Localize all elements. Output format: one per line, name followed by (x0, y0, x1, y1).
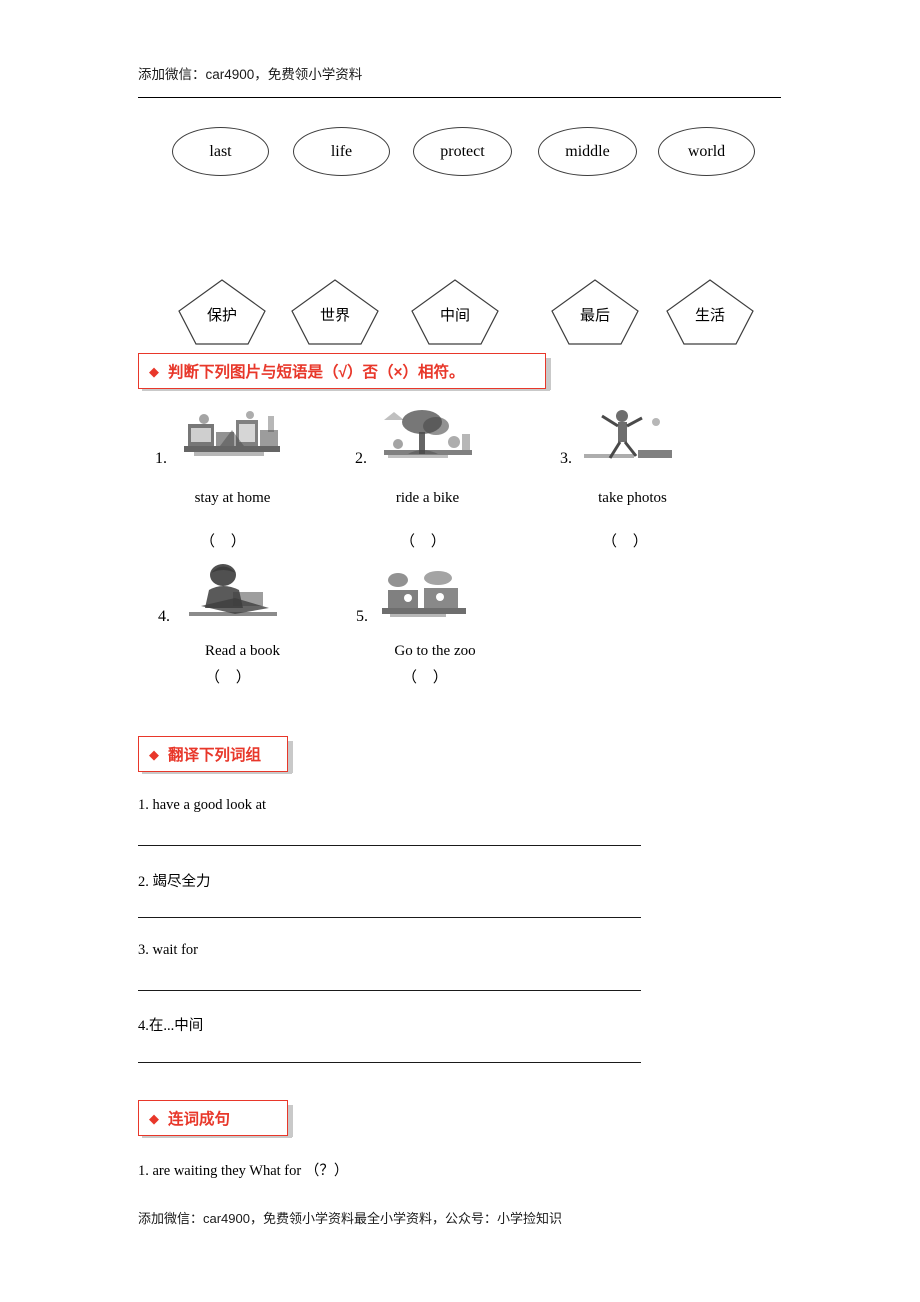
pentagon-label: 中间 (439, 307, 470, 324)
picture-caption: take photos (598, 490, 667, 506)
section-header-judge: ◆ 判断下列图片与短语是（√）否（×）相符。 (138, 353, 546, 389)
answer-bracket: （ ） (205, 670, 257, 686)
item-number: 1. (155, 450, 167, 467)
picture-caption: stay at home (194, 490, 271, 506)
pentagon-label: 生活 (694, 307, 725, 324)
meaning-pentagon-row: 保护 世界 中间 最后 生活 (160, 278, 780, 346)
answer-bracket: （ ） (400, 534, 452, 550)
bottom-watermark: 添加微信：car4900，免费领小学资料最全小学资料，公众号：小学捡知识 (138, 1211, 562, 1226)
section-shadow (546, 358, 551, 390)
word-ellipse: protect (413, 127, 512, 176)
section-title: 判断下列图片与短语是（√）否（×）相符。 (168, 364, 465, 381)
top-watermark: 添加微信：car4900，免费领小学资料 (138, 67, 363, 82)
answer-bracket: （ ） (602, 534, 654, 550)
picture-caption: ride a bike (395, 490, 460, 506)
meaning-pentagon: 中间 (410, 278, 500, 346)
answer-line (138, 1062, 641, 1063)
section-header-translate: ◆ 翻译下列词组 (138, 736, 288, 772)
boy-reading-picture (183, 562, 283, 624)
diamond-icon: ◆ (149, 1110, 159, 1126)
pentagon-label: 世界 (319, 307, 350, 324)
word-ellipse: life (293, 127, 390, 176)
translation-item: 3. wait for (138, 942, 198, 958)
worksheet-page: 添加微信：car4900，免费领小学资料 last life protect m… (0, 0, 920, 1302)
translation-item: 4.在...中间 (138, 1018, 204, 1034)
section-header-order: ◆ 连词成句 (138, 1100, 288, 1136)
meaning-pentagon: 世界 (290, 278, 380, 346)
answer-line (138, 990, 641, 991)
word-ellipse-row: last life protect middle world (160, 127, 780, 177)
pentagon-label: 最后 (579, 307, 610, 324)
picture-caption: Read a book (205, 643, 280, 659)
translation-item: 1. have a good look at (138, 797, 267, 813)
meaning-pentagon: 生活 (665, 278, 755, 346)
word-ellipse: last (172, 127, 269, 176)
item-number: 2. (355, 450, 367, 467)
picture-caption: Go to the zoo (394, 643, 476, 659)
section-shadow (288, 741, 293, 773)
section-title: 连词成句 (168, 1111, 231, 1128)
header-divider (138, 97, 781, 98)
cluttered-room-picture (180, 406, 285, 468)
answer-bracket: （ ） (402, 670, 454, 686)
item-number: 5. (356, 608, 368, 625)
item-number: 4. (158, 608, 170, 625)
meaning-pentagon: 最后 (550, 278, 640, 346)
diamond-icon: ◆ (149, 363, 159, 379)
word-ellipse: middle (538, 127, 637, 176)
item-number: 3. (560, 450, 572, 467)
answer-bracket: （ ） (200, 534, 252, 550)
pentagon-label: 保护 (206, 307, 237, 324)
tree-scene-picture (378, 404, 478, 468)
section-shadow (288, 1105, 293, 1137)
meaning-pentagon: 保护 (177, 278, 267, 346)
person-jumping-picture (580, 404, 676, 468)
answer-line (138, 917, 641, 918)
section-title: 翻译下列词组 (168, 747, 262, 764)
zoo-scene-picture (378, 568, 470, 624)
translation-item: 2. 竭尽全力 (138, 874, 211, 890)
ordering-item: 1. are waiting they What for （？） (138, 1163, 349, 1179)
answer-line (138, 845, 641, 846)
word-ellipse: world (658, 127, 755, 176)
diamond-icon: ◆ (149, 746, 159, 762)
